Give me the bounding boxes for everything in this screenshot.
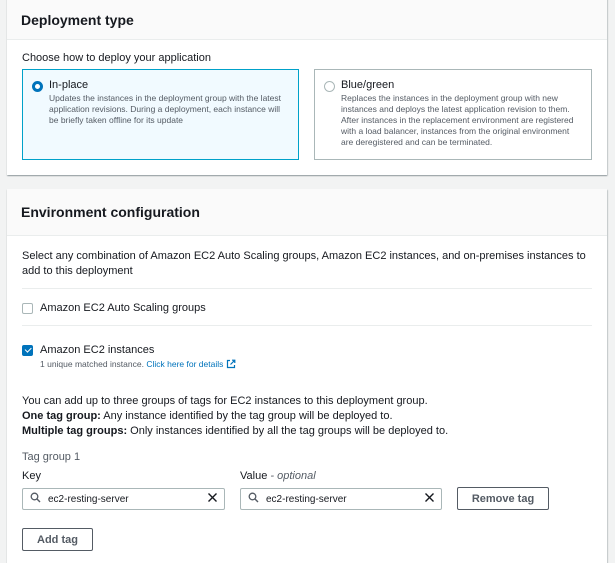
divider	[22, 325, 592, 326]
key-input-value[interactable]: ec2-resting-server	[48, 494, 207, 505]
one-tag-group-text: Any instance identified by the tag group…	[100, 410, 393, 422]
external-link-icon[interactable]	[226, 359, 236, 371]
auto-scaling-label[interactable]: Amazon EC2 Auto Scaling groups	[40, 302, 206, 314]
remove-tag-button[interactable]: Remove tag	[457, 487, 549, 510]
tag-info-line2: One tag group: Any instance identified b…	[22, 409, 592, 424]
matched-instance-text: 1 unique matched instance.	[40, 359, 144, 369]
blue-green-option-tile[interactable]: Blue/green Replaces the instances in the…	[314, 69, 592, 160]
value-label: Value - optional	[240, 470, 316, 482]
tag-group-label: Tag group 1	[22, 451, 81, 463]
blue-green-description: Replaces the instances in the deployment…	[341, 93, 574, 147]
ec2-instances-option[interactable]: Amazon EC2 instances	[22, 344, 154, 356]
add-tag-button[interactable]: Add tag	[22, 528, 93, 551]
blue-green-radio[interactable]	[324, 81, 335, 92]
tag-info-line3: Multiple tag groups: Only instances iden…	[22, 424, 592, 439]
divider	[22, 288, 592, 289]
details-link[interactable]: Click here for details	[146, 359, 223, 369]
multiple-tag-groups-text: Only instances identified by all the tag…	[127, 425, 449, 437]
value-search-input[interactable]: ec2-resting-server	[240, 488, 442, 510]
clear-key-icon[interactable]	[207, 492, 218, 506]
choose-deploy-label: Choose how to deploy your application	[22, 52, 211, 64]
tag-info-line1: You can add up to three groups of tags f…	[22, 395, 428, 407]
deployment-type-header: Deployment type	[7, 0, 607, 40]
in-place-title: In-place	[49, 79, 89, 91]
deployment-type-panel: Deployment type Choose how to deploy you…	[7, 0, 607, 175]
value-optional-text: - optional	[267, 470, 316, 482]
environment-intro-text: Select any combination of Amazon EC2 Aut…	[22, 250, 586, 277]
one-tag-group-label: One tag group:	[22, 410, 101, 422]
multiple-tag-groups-label: Multiple tag groups:	[22, 425, 128, 437]
in-place-option-tile[interactable]: In-place Updates the instances in the de…	[22, 69, 299, 160]
ec2-instances-checkbox[interactable]	[22, 344, 33, 356]
search-icon	[248, 492, 259, 506]
key-search-input[interactable]: ec2-resting-server	[22, 488, 225, 510]
auto-scaling-checkbox[interactable]	[22, 302, 33, 314]
ec2-match-note: 1 unique matched instance. Click here fo…	[40, 359, 236, 371]
auto-scaling-option[interactable]: Amazon EC2 Auto Scaling groups	[22, 302, 206, 314]
value-label-text: Value	[240, 470, 268, 482]
tag-info-block: You can add up to three groups of tags f…	[22, 394, 592, 439]
environment-configuration-panel: Environment configuration Select any com…	[7, 189, 607, 563]
blue-green-title: Blue/green	[341, 79, 395, 91]
in-place-description: Updates the instances in the deployment …	[49, 93, 282, 125]
key-label: Key	[22, 470, 41, 482]
deployment-type-title: Deployment type	[21, 11, 134, 28]
environment-header: Environment configuration	[7, 189, 607, 236]
ec2-instances-label[interactable]: Amazon EC2 instances	[40, 344, 154, 356]
value-input-value[interactable]: ec2-resting-server	[266, 494, 424, 505]
clear-value-icon[interactable]	[424, 492, 435, 506]
environment-title: Environment configuration	[21, 204, 200, 220]
search-icon	[30, 492, 41, 506]
in-place-radio[interactable]	[32, 81, 43, 92]
